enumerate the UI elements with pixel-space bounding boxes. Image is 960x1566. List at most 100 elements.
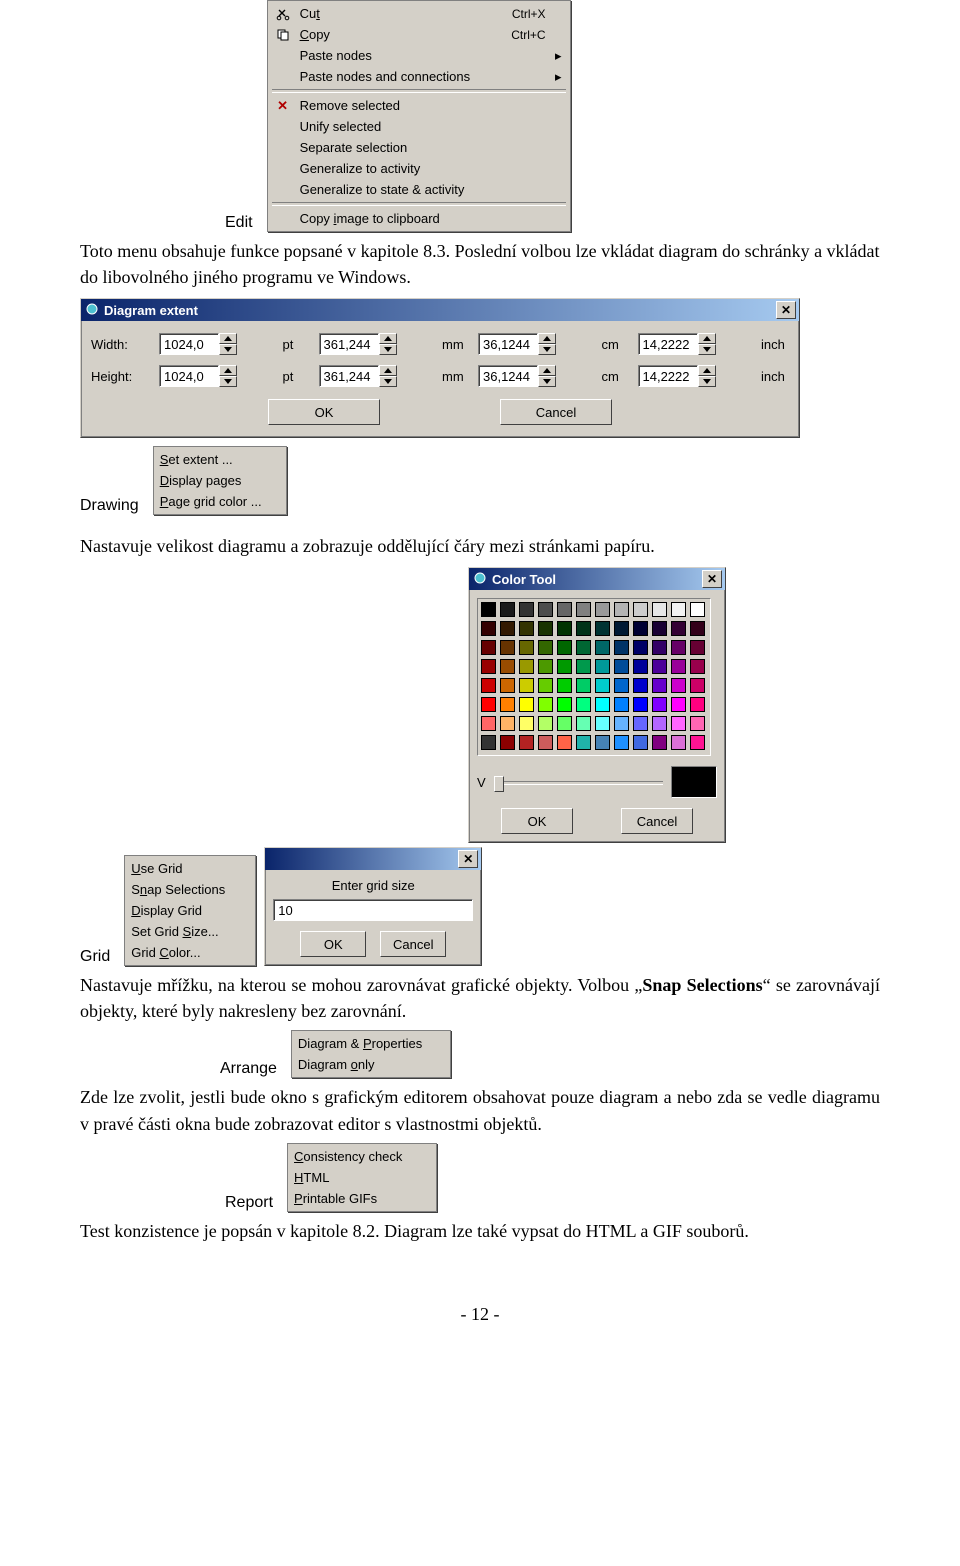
color-swatch[interactable] <box>671 640 686 655</box>
color-swatch[interactable] <box>633 735 648 750</box>
cancel-button[interactable]: Cancel <box>621 808 693 834</box>
menu-item-remove-selected[interactable]: ✕ Remove selected <box>270 95 568 116</box>
color-swatch[interactable] <box>576 678 591 693</box>
value-slider[interactable] <box>494 774 663 790</box>
height-mm-input[interactable] <box>319 365 379 387</box>
height-inch-spin[interactable] <box>638 365 754 387</box>
color-swatch[interactable] <box>652 602 667 617</box>
menu-item-display-pages[interactable]: Display pages <box>156 470 284 491</box>
color-swatch[interactable] <box>595 621 610 636</box>
color-swatch[interactable] <box>633 640 648 655</box>
color-swatch[interactable] <box>538 735 553 750</box>
color-swatch[interactable] <box>500 697 515 712</box>
height-cm-spin[interactable] <box>478 365 594 387</box>
color-swatch[interactable] <box>500 659 515 674</box>
color-swatch[interactable] <box>519 716 534 731</box>
menu-item-diagram-only[interactable]: Diagram only <box>294 1054 448 1075</box>
color-swatch[interactable] <box>481 602 496 617</box>
color-swatch[interactable] <box>690 640 705 655</box>
color-swatch[interactable] <box>690 659 705 674</box>
menu-item-grid-color[interactable]: Grid Color... <box>127 942 253 963</box>
color-swatch[interactable] <box>557 621 572 636</box>
color-swatch[interactable] <box>652 716 667 731</box>
width-mm-input[interactable] <box>319 333 379 355</box>
color-swatch[interactable] <box>652 697 667 712</box>
menu-item-copy-image[interactable]: Copy image to clipboard <box>270 208 568 229</box>
color-swatch[interactable] <box>519 697 534 712</box>
close-button[interactable]: ✕ <box>776 301 796 319</box>
color-swatch[interactable] <box>576 621 591 636</box>
color-swatch[interactable] <box>671 602 686 617</box>
spin-up-icon[interactable] <box>219 333 237 344</box>
color-swatch[interactable] <box>576 640 591 655</box>
color-swatch[interactable] <box>614 602 629 617</box>
color-swatch[interactable] <box>557 697 572 712</box>
width-pt-input[interactable] <box>159 333 219 355</box>
menu-item-use-grid[interactable]: Use Grid <box>127 858 253 879</box>
height-cm-input[interactable] <box>478 365 538 387</box>
menu-item-generalize-activity[interactable]: Generalize to activity <box>270 158 568 179</box>
menu-item-page-grid-color[interactable]: Page grid color ... <box>156 491 284 512</box>
color-swatch[interactable] <box>500 735 515 750</box>
menu-item-cut[interactable]: Cut Ctrl+X <box>270 3 568 24</box>
color-swatch[interactable] <box>576 697 591 712</box>
color-swatch[interactable] <box>633 697 648 712</box>
color-swatch[interactable] <box>519 678 534 693</box>
color-swatch[interactable] <box>481 697 496 712</box>
menu-item-html[interactable]: HTML <box>290 1167 434 1188</box>
color-swatch[interactable] <box>481 735 496 750</box>
color-swatch[interactable] <box>595 716 610 731</box>
color-swatch[interactable] <box>557 602 572 617</box>
grid-size-input[interactable] <box>273 899 473 921</box>
menu-item-printable-gifs[interactable]: Printable GIFs <box>290 1188 434 1209</box>
close-button[interactable]: ✕ <box>458 850 478 868</box>
width-inch-input[interactable] <box>638 333 698 355</box>
color-swatch[interactable] <box>614 697 629 712</box>
color-swatch[interactable] <box>519 735 534 750</box>
color-swatch[interactable] <box>557 735 572 750</box>
color-swatch[interactable] <box>652 659 667 674</box>
menu-item-unify-selected[interactable]: Unify selected <box>270 116 568 137</box>
height-inch-input[interactable] <box>638 365 698 387</box>
menu-item-generalize-state-activity[interactable]: Generalize to state & activity <box>270 179 568 200</box>
menu-item-display-grid[interactable]: Display Grid <box>127 900 253 921</box>
color-swatch[interactable] <box>652 621 667 636</box>
color-swatch[interactable] <box>538 640 553 655</box>
color-swatch[interactable] <box>671 678 686 693</box>
width-inch-spin[interactable] <box>638 333 754 355</box>
color-swatch[interactable] <box>614 659 629 674</box>
color-swatch[interactable] <box>538 621 553 636</box>
close-button[interactable]: ✕ <box>702 570 722 588</box>
height-pt-spin[interactable] <box>159 365 275 387</box>
menu-item-snap-selections[interactable]: Snap Selections <box>127 879 253 900</box>
color-swatch[interactable] <box>671 621 686 636</box>
color-swatch[interactable] <box>595 640 610 655</box>
width-pt-spin[interactable] <box>159 333 275 355</box>
color-swatch[interactable] <box>500 621 515 636</box>
ok-button[interactable]: OK <box>268 399 380 425</box>
color-swatch[interactable] <box>690 621 705 636</box>
menu-item-separate-selection[interactable]: Separate selection <box>270 137 568 158</box>
color-swatch[interactable] <box>500 640 515 655</box>
color-swatch[interactable] <box>633 602 648 617</box>
color-swatch[interactable] <box>671 697 686 712</box>
color-swatch[interactable] <box>614 621 629 636</box>
color-swatch[interactable] <box>595 602 610 617</box>
color-swatch[interactable] <box>557 659 572 674</box>
color-swatch[interactable] <box>595 735 610 750</box>
color-swatch[interactable] <box>652 735 667 750</box>
menu-item-diagram-and-properties[interactable]: Diagram & Properties <box>294 1033 448 1054</box>
height-mm-spin[interactable] <box>319 365 435 387</box>
color-swatch[interactable] <box>633 659 648 674</box>
width-mm-spin[interactable] <box>319 333 435 355</box>
color-swatch[interactable] <box>538 678 553 693</box>
color-swatch[interactable] <box>576 735 591 750</box>
color-swatch[interactable] <box>557 716 572 731</box>
color-swatch[interactable] <box>500 602 515 617</box>
width-cm-spin[interactable] <box>478 333 594 355</box>
menu-item-paste-nodes[interactable]: Paste nodes ▸ <box>270 45 568 66</box>
color-swatch[interactable] <box>538 659 553 674</box>
color-swatch[interactable] <box>614 640 629 655</box>
menu-item-set-extent[interactable]: Set extent ... <box>156 449 284 470</box>
color-swatch[interactable] <box>633 678 648 693</box>
